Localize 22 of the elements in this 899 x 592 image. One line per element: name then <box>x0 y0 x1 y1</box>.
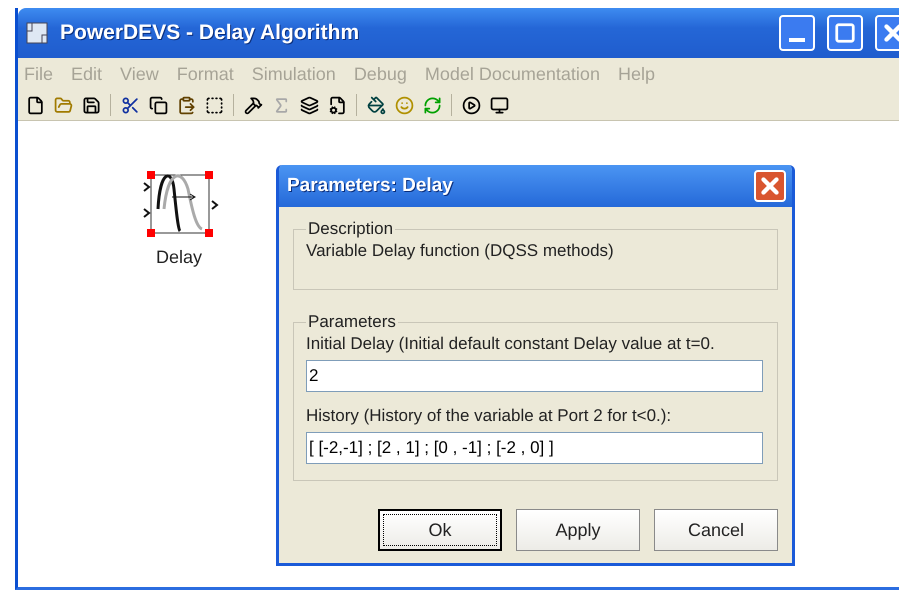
input-field[interactable]: 2 <box>306 360 763 392</box>
dialog-button[interactable]: Apply <box>516 509 640 551</box>
description-text: Variable Delay function (DQSS methods) <box>306 241 615 262</box>
window-title: PowerDEVS - Delay Algorithm <box>60 21 360 45</box>
minimize-icon <box>789 38 805 42</box>
group-legend: Parameters <box>306 312 398 332</box>
field-label: Initial Delay (Initial default constant Delay value at t=0. <box>306 334 716 354</box>
play-icon[interactable] <box>460 94 482 116</box>
dialog-button[interactable]: Ok <box>378 509 502 551</box>
input-field[interactable]: [ [-2,-1] ; [2 , 1] ; [0 , -1] ; [-2 , 0] ] <box>306 432 763 464</box>
close-button[interactable] <box>754 170 786 202</box>
group-legend: Description <box>306 219 396 239</box>
maximize-button[interactable] <box>827 15 863 51</box>
minimize-button[interactable] <box>779 15 815 51</box>
dialog-button[interactable]: Cancel <box>654 509 778 551</box>
block-label: Delay <box>156 247 202 268</box>
dialog-title: Parameters: Delay <box>287 175 453 197</box>
layers-icon[interactable] <box>298 94 320 116</box>
maximize-icon <box>834 22 856 44</box>
paint-bucket-icon[interactable] <box>365 94 387 116</box>
field-label: History (History of the variable at Port 2 for t<0.): <box>306 406 672 426</box>
copy-icon[interactable] <box>147 94 169 116</box>
